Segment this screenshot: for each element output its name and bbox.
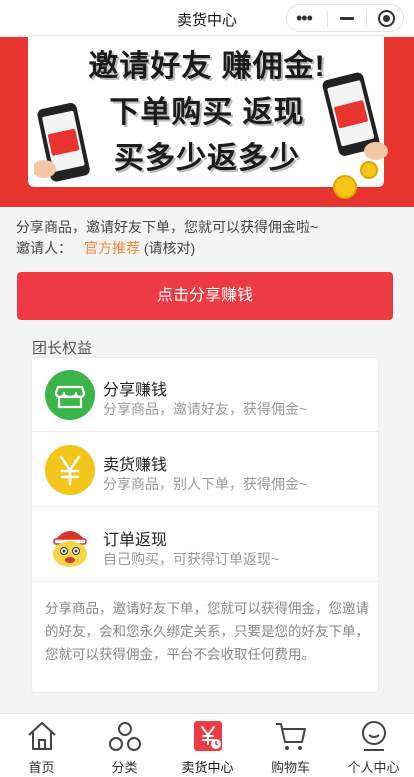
bottom-tab-bar: 首页 分类 卖货中心 购物车 个人中心: [0, 713, 414, 777]
tab-cart[interactable]: 购物车: [249, 714, 332, 777]
home-icon: [27, 722, 56, 750]
banner-headline-3: 买多少返多少: [114, 142, 300, 175]
benefit-item-share: 分享赚钱 分享商品，邀请好友，获得佣金~: [32, 358, 378, 432]
tab-label: 卖货中心: [181, 760, 234, 775]
benefit-title: 分享赚钱: [103, 382, 168, 399]
sales-center-icon: [193, 721, 222, 751]
benefit-desc: 分享商品，别人下单，获得佣金~: [103, 476, 308, 492]
more-options-icon[interactable]: •••: [296, 9, 313, 27]
inviter-label: 邀请人：: [16, 240, 72, 256]
share-earn-button[interactable]: 点击分享赚钱: [17, 272, 393, 320]
category-icon: [108, 722, 141, 751]
yen-icon: [45, 445, 95, 495]
profile-icon: [361, 721, 386, 751]
benefit-item-cashback: 订单返现 自己购买，可获得订单返现~: [32, 508, 378, 582]
minimize-icon[interactable]: [340, 17, 354, 20]
mascot-icon: [45, 520, 95, 570]
benefit-title: 订单返现: [103, 532, 168, 549]
close-program-icon[interactable]: [378, 10, 395, 27]
benefit-desc: 自己购买，可获得订单返现~: [103, 551, 280, 567]
benefit-desc: 分享商品，邀请好友，获得佣金~: [103, 401, 308, 417]
intro-text: 分享商品，邀请好友下单，您就可以获得佣金啦~: [16, 219, 319, 235]
inviter-note: (请核对): [143, 240, 196, 256]
inviter-name: 官方推荐: [84, 240, 140, 256]
benefit-item-sell: 卖货赚钱 分享商品，别人下单，获得佣金~: [32, 433, 378, 507]
capsule-divider: [327, 11, 328, 27]
tab-profile[interactable]: 个人中心: [332, 714, 414, 777]
benefit-title: 卖货赚钱: [103, 457, 168, 474]
inviter-row: 邀请人： 官方推荐 (请核对): [16, 238, 318, 259]
tab-label: 首页: [28, 760, 55, 775]
tab-label: 分类: [111, 760, 138, 775]
promo-banner: 邀请好友 赚佣金! 下单购买 返现 买多少返多少: [0, 37, 414, 207]
tab-sales-center[interactable]: 卖货中心: [166, 714, 249, 777]
cart-icon: [275, 723, 306, 750]
title-bar: 卖货中心 •••: [0, 0, 414, 36]
banner-headline-1: 邀请好友 赚佣金!: [88, 50, 326, 83]
benefits-card: 分享赚钱 分享商品，邀请好友，获得佣金~ 卖货赚钱 分享商品，别人下单，获得佣金…: [31, 357, 379, 693]
section-title: 团长权益: [32, 340, 93, 357]
mini-program-capsule: •••: [286, 4, 404, 32]
invite-intro: 分享商品，邀请好友下单，您就可以获得佣金啦~ 邀请人： 官方推荐 (请核对): [16, 217, 318, 259]
store-icon: [45, 370, 95, 420]
tab-home[interactable]: 首页: [0, 714, 83, 777]
tab-category[interactable]: 分类: [83, 714, 166, 777]
capsule-divider: [366, 11, 367, 27]
banner-headline-2: 下单购买 返现: [109, 96, 305, 129]
benefits-note: 分享商品，邀请好友下单，您就可以获得佣金，您邀请的好友，会和您永久绑定关系，只要…: [45, 601, 369, 662]
gold-coin-icon: [333, 175, 357, 199]
tab-label: 个人中心: [347, 760, 400, 775]
tab-label: 购物车: [270, 760, 310, 775]
